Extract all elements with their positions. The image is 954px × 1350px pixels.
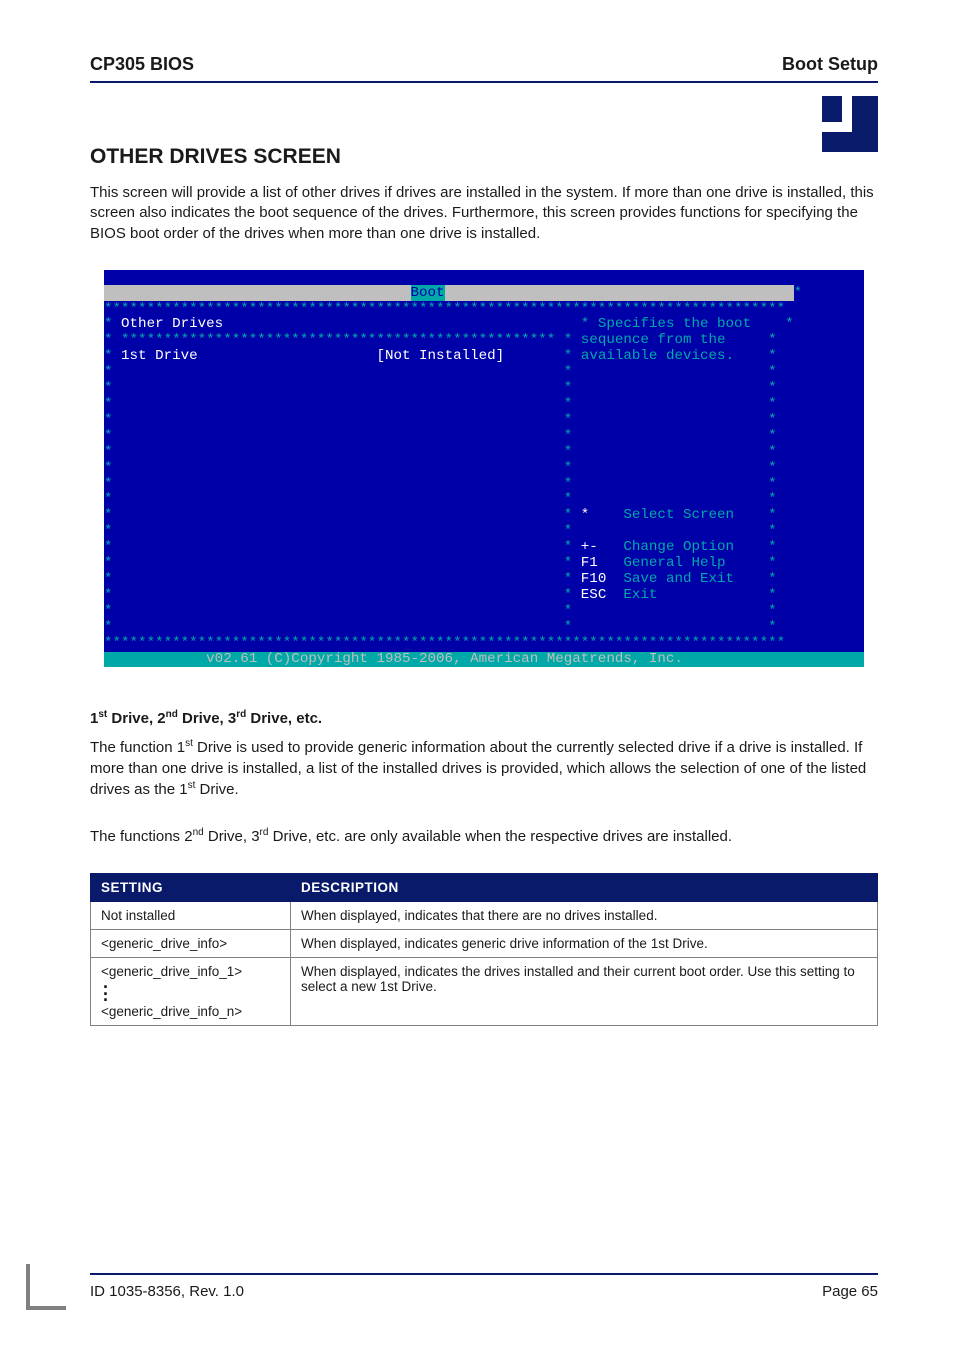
bios-row-value[interactable]: [Not Installed] bbox=[376, 348, 504, 364]
cell-desc: When displayed, indicates the drives ins… bbox=[291, 958, 878, 1026]
legend-select-label: Select Screen bbox=[623, 507, 734, 523]
corner-decoration-icon bbox=[26, 1264, 66, 1310]
brand-mark-icon bbox=[822, 96, 878, 152]
col-description: DESCRIPTION bbox=[291, 874, 878, 902]
bios-help-line2: sequence from the bbox=[581, 332, 726, 348]
bios-menu-bar: Boot bbox=[104, 285, 794, 301]
cell-setting: Not installed bbox=[91, 902, 291, 930]
table-header-row: SETTING DESCRIPTION bbox=[91, 874, 878, 902]
legend-select-key: * bbox=[581, 507, 590, 523]
footer-id: ID 1035-8356, Rev. 1.0 bbox=[90, 1283, 244, 1300]
header-left: CP305 BIOS bbox=[90, 54, 194, 75]
bios-menu-boot[interactable]: Boot bbox=[411, 285, 445, 301]
legend-change-label: Change Option bbox=[623, 539, 734, 555]
cell-setting: <generic_drive_info> bbox=[91, 930, 291, 958]
legend-change-key: +- bbox=[581, 539, 598, 555]
cell-desc: When displayed, indicates that there are… bbox=[291, 902, 878, 930]
header-right: Boot Setup bbox=[782, 54, 878, 75]
bios-help-line3: available devices. bbox=[581, 348, 734, 364]
bios-copyright: v02.61 (C)Copyright 1985-2006, American … bbox=[104, 652, 864, 668]
col-setting: SETTING bbox=[91, 874, 291, 902]
section-intro: This screen will provide a list of other… bbox=[90, 183, 878, 244]
table-row: Not installed When displayed, indicates … bbox=[91, 902, 878, 930]
section-title: OTHER DRIVES SCREEN bbox=[90, 145, 878, 169]
page-footer: ID 1035-8356, Rev. 1.0 Page 65 bbox=[90, 1273, 878, 1300]
bios-screen: Boot * *********************************… bbox=[104, 270, 864, 668]
footer-page: Page 65 bbox=[822, 1283, 878, 1300]
bios-panel-title: Other Drives bbox=[121, 316, 223, 332]
legend-exit-key: ESC bbox=[581, 587, 607, 603]
bios-help-line1: Specifies the boot bbox=[598, 316, 751, 332]
legend-help-label: General Help bbox=[623, 555, 725, 571]
vertical-dots-icon: ... bbox=[103, 979, 108, 998]
legend-save-label: Save and Exit bbox=[623, 571, 734, 587]
legend-help-key: F1 bbox=[581, 555, 598, 571]
table-row: <generic_drive_info> When displayed, ind… bbox=[91, 930, 878, 958]
cell-desc: When displayed, indicates generic drive … bbox=[291, 930, 878, 958]
drives-heading: 1st Drive, 2nd Drive, 3rd Drive, etc. bbox=[90, 709, 878, 727]
cell-setting: <generic_drive_info_1> ... <generic_driv… bbox=[91, 958, 291, 1026]
header-rule bbox=[90, 81, 878, 83]
bios-row-label[interactable]: 1st Drive bbox=[121, 348, 198, 364]
settings-table: SETTING DESCRIPTION Not installed When d… bbox=[90, 873, 878, 1026]
page-header: CP305 BIOS Boot Setup bbox=[90, 54, 878, 75]
legend-exit-label: Exit bbox=[623, 587, 657, 603]
footer-rule bbox=[90, 1273, 878, 1275]
drives-para-2: The functions 2nd Drive, 3rd Drive, etc.… bbox=[90, 826, 878, 847]
legend-save-key: F10 bbox=[581, 571, 607, 587]
table-row: <generic_drive_info_1> ... <generic_driv… bbox=[91, 958, 878, 1026]
drives-para-1: The function 1st Drive is used to provid… bbox=[90, 737, 878, 800]
